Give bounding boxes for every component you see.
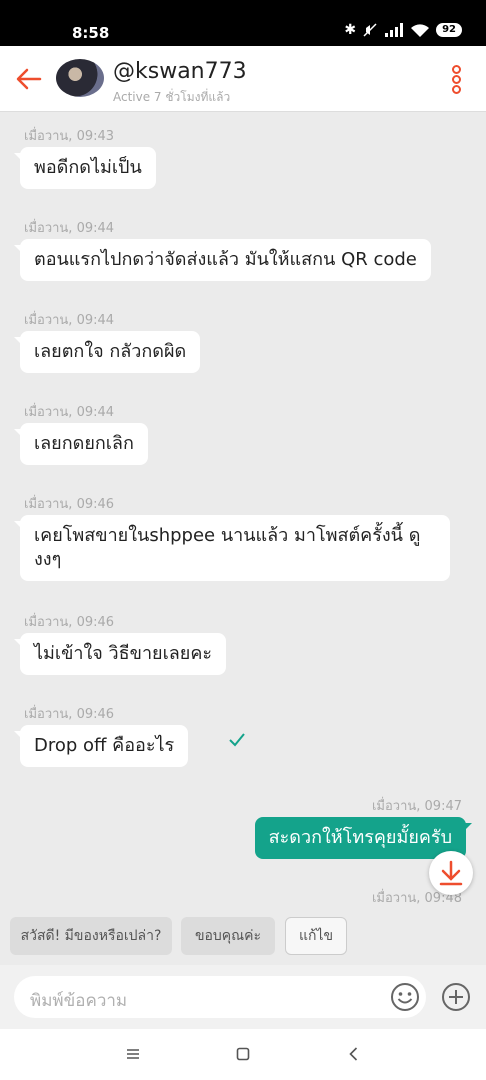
message-bubble[interactable]: Drop off คืออะไร — [13, 725, 189, 767]
battery-indicator: 92 — [436, 23, 462, 37]
avatar[interactable] — [56, 59, 104, 97]
message-input[interactable]: พิมพ์ข้อความ — [14, 976, 426, 1018]
status-icons: ✱ 92 — [344, 22, 462, 38]
edit-quick-replies-button[interactable]: แก้ไข — [285, 917, 347, 955]
quick-reply-chip[interactable]: สวัสดี! มีของหรือเปล่า? — [10, 917, 172, 955]
message-bubble[interactable]: ไม่เข้าใจ วิธีขายเลยคะ — [13, 633, 227, 675]
user-status: Active 7 ชั่วโมงที่แล้ว — [113, 90, 231, 104]
message-time: เมื่อวาน, 09:46 — [24, 707, 115, 722]
message-bubble[interactable]: ตอนแรกไปกดว่าจัดส่งแล้ว มันให้แสกน QR co… — [14, 239, 431, 281]
message-bubble[interactable]: เลยกดยกเลิก — [14, 423, 148, 465]
message-bubble[interactable]: เคยโพสขายในshppee นานแล้ว มาโพสต์ครั้งนี… — [14, 515, 450, 581]
message-time: เมื่อวาน, 09:47 — [371, 799, 462, 814]
check-icon — [229, 733, 245, 747]
add-attachment-icon[interactable] — [441, 982, 471, 1012]
emoji-icon[interactable] — [390, 982, 420, 1012]
chat-header: @kswan773 Active 7 ชั่วโมงที่แล้ว — [0, 46, 486, 112]
status-time: 8:58 — [72, 24, 110, 42]
quick-replies: สวัสดี! มีของหรือเปล่า? ขอบคุณค่ะ แก้ไข — [0, 917, 486, 957]
message-bubble[interactable]: เลยตกใจ กลัวกดผิด — [13, 331, 201, 373]
username[interactable]: @kswan773 — [113, 59, 247, 84]
message-input-placeholder: พิมพ์ข้อความ — [30, 991, 128, 1011]
wifi-icon — [411, 23, 430, 37]
message-bubble[interactable]: พอดีกดไม่เป็น — [14, 147, 156, 189]
signal-icon — [385, 23, 404, 37]
mute-icon — [363, 23, 377, 37]
home-icon[interactable] — [233, 1044, 253, 1064]
quick-reply-chip[interactable]: ขอบคุณค่ะ — [181, 917, 275, 955]
status-bar: 8:58 ✱ 92 — [0, 0, 486, 46]
menu-icon[interactable] — [123, 1044, 143, 1064]
scroll-down-button[interactable] — [429, 851, 473, 895]
message-time: เมื่อวาน, 09:46 — [24, 497, 115, 512]
more-options-icon[interactable] — [450, 65, 462, 95]
message-time: เมื่อวาน, 09:44 — [24, 221, 115, 236]
back-icon[interactable] — [344, 1044, 364, 1064]
message-time: เมื่อวาน, 09:46 — [24, 615, 115, 630]
message-list[interactable]: เมื่อวาน, 09:43 พอดีกดไม่เป็น เมื่อวาน, … — [0, 112, 486, 912]
message-time: เมื่อวาน, 09:44 — [24, 313, 115, 328]
arrow-down-icon — [439, 860, 463, 886]
back-arrow-icon[interactable] — [14, 64, 44, 94]
message-time: เมื่อวาน, 09:44 — [24, 405, 115, 420]
input-bar: พิมพ์ข้อความ — [0, 965, 486, 1029]
bluetooth-icon: ✱ — [344, 22, 357, 38]
message-time: เมื่อวาน, 09:43 — [24, 129, 115, 144]
system-nav-bar — [0, 1029, 486, 1080]
